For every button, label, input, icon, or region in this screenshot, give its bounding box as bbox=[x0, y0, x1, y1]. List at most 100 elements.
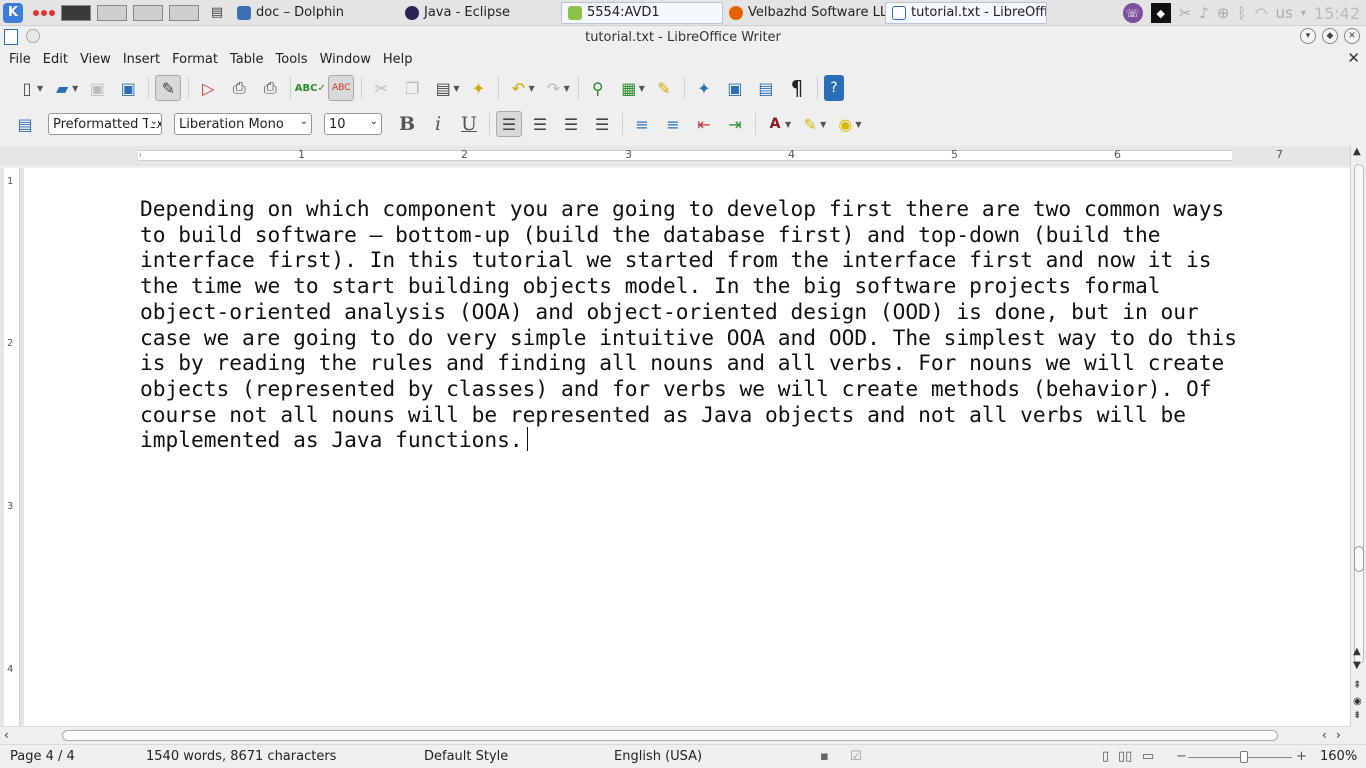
numbering-icon[interactable]: ≡ bbox=[629, 111, 655, 137]
hyperlink-icon[interactable]: ⚲ bbox=[585, 75, 611, 101]
data-sources-icon[interactable]: ▤ bbox=[753, 75, 779, 101]
align-center-icon[interactable]: ☰ bbox=[527, 111, 553, 137]
word-count[interactable]: 1540 words, 8671 characters bbox=[146, 749, 336, 764]
chevron-down-icon[interactable]: ▼ bbox=[785, 120, 791, 129]
vertical-ruler[interactable]: 1 2 3 4 bbox=[4, 168, 20, 726]
scroll-down-icon[interactable]: ▼ bbox=[1353, 660, 1361, 671]
spellcheck-icon[interactable]: ABC✓ bbox=[295, 75, 326, 101]
italic-button[interactable]: i bbox=[425, 111, 451, 137]
chevron-down-icon[interactable]: ▼ bbox=[820, 120, 826, 129]
minimize-button[interactable]: ▾ bbox=[1300, 28, 1316, 44]
chevron-down-icon[interactable]: ▼ bbox=[855, 120, 861, 129]
volume-icon[interactable]: ♪ bbox=[1199, 4, 1209, 22]
chevron-down-icon[interactable]: ▼ bbox=[528, 84, 534, 93]
save-icon[interactable]: ▣ bbox=[84, 75, 110, 101]
previous-page-icon[interactable]: ⇞ bbox=[1353, 680, 1361, 691]
clock[interactable]: 15:42 bbox=[1314, 4, 1360, 23]
navigator-icon[interactable]: ✦ bbox=[691, 75, 717, 101]
show-draw-functions-icon[interactable]: ✎ bbox=[651, 75, 677, 101]
document-modified-icon[interactable]: ☑ bbox=[850, 749, 862, 764]
chevron-down-icon[interactable]: ▼ bbox=[72, 84, 78, 93]
menu-view[interactable]: View bbox=[75, 52, 116, 67]
virtual-desktop-3[interactable] bbox=[133, 4, 163, 21]
autospellcheck-icon[interactable]: ABC bbox=[328, 75, 355, 101]
menu-table[interactable]: Table bbox=[225, 52, 269, 67]
bluetooth-icon[interactable]: ᛒ bbox=[1237, 4, 1246, 22]
align-left-icon[interactable]: ☰ bbox=[496, 111, 522, 137]
help-icon[interactable]: ? bbox=[823, 75, 844, 101]
decrease-indent-icon[interactable]: ⇤ bbox=[691, 111, 717, 137]
pin-icon[interactable] bbox=[26, 29, 40, 43]
page-count[interactable]: Page 4 / 4 bbox=[10, 749, 75, 764]
navigation-icon[interactable]: ◉ bbox=[1353, 696, 1362, 707]
virtual-desktop-1[interactable] bbox=[61, 4, 91, 21]
horizontal-scrollbar[interactable]: ‹ ‹ › bbox=[0, 726, 1350, 744]
menu-format[interactable]: Format bbox=[167, 52, 223, 67]
menu-tools[interactable]: Tools bbox=[271, 52, 313, 67]
scroll-left-icon[interactable]: ‹ bbox=[1322, 728, 1327, 742]
task-dolphin[interactable]: doc – Dolphin bbox=[231, 2, 399, 24]
scroll-track[interactable] bbox=[1354, 164, 1364, 664]
zoom-level[interactable]: 160% bbox=[1320, 749, 1357, 764]
writer-icon[interactable] bbox=[4, 29, 18, 45]
next-page-icon[interactable]: ⇟ bbox=[1353, 710, 1361, 721]
font-size-select[interactable]: 10 ⌄ bbox=[324, 113, 382, 135]
zoom-slider-handle[interactable] bbox=[1240, 751, 1248, 763]
clipboard-icon[interactable]: ▤ bbox=[207, 3, 227, 23]
underline-button[interactable]: U bbox=[456, 111, 482, 137]
bullets-icon[interactable]: ≡ bbox=[660, 111, 686, 137]
maximize-button[interactable]: ◆ bbox=[1322, 28, 1338, 44]
chevron-down-icon[interactable]: ▼ bbox=[453, 84, 459, 93]
indent-marker-icon[interactable] bbox=[140, 153, 141, 157]
scroll-thumb[interactable] bbox=[1354, 546, 1364, 572]
network-icon[interactable]: ⊕ bbox=[1217, 4, 1230, 22]
scroll-up-icon[interactable]: ▲ bbox=[1353, 646, 1361, 657]
page-style[interactable]: Default Style bbox=[424, 749, 508, 764]
horizontal-ruler[interactable]: 1 2 3 4 5 6 7 bbox=[0, 146, 1350, 166]
save-as-icon[interactable]: ▣ bbox=[115, 75, 141, 101]
language[interactable]: English (USA) bbox=[614, 749, 702, 764]
wifi-icon[interactable]: ◠ bbox=[1254, 4, 1267, 22]
document-text[interactable]: Depending on which component you are goi… bbox=[140, 196, 1250, 453]
tray-expand-icon[interactable]: ▾ bbox=[1301, 8, 1306, 19]
task-firefox[interactable]: Velbazhd Software LLC bbox=[723, 2, 885, 24]
bold-button[interactable]: B bbox=[394, 111, 420, 137]
justify-icon[interactable]: ☰ bbox=[589, 111, 615, 137]
menu-help[interactable]: Help bbox=[378, 52, 418, 67]
virtual-desktop-4[interactable] bbox=[169, 4, 199, 21]
menu-insert[interactable]: Insert bbox=[118, 52, 165, 67]
print-preview-icon[interactable]: ⎙ bbox=[257, 75, 283, 101]
viber-icon[interactable]: ☏ bbox=[1122, 3, 1143, 23]
cut-icon[interactable]: ✂ bbox=[368, 75, 394, 101]
paragraph-style-select[interactable]: Preformatted Text ⌄ bbox=[48, 113, 162, 135]
menu-file[interactable]: File bbox=[4, 52, 36, 67]
zoom-in-icon[interactable]: + bbox=[1296, 749, 1307, 764]
scissors-icon[interactable]: ✂ bbox=[1179, 4, 1192, 22]
kde-menu-button[interactable]: K bbox=[3, 2, 23, 23]
activity-dots-icon[interactable] bbox=[33, 9, 55, 16]
increase-indent-icon[interactable]: ⇥ bbox=[722, 111, 748, 137]
chevron-down-icon[interactable]: ▼ bbox=[564, 84, 570, 93]
multi-page-view-icon[interactable]: ▯▯ bbox=[1118, 749, 1132, 764]
styles-formatting-icon[interactable]: ▤ bbox=[12, 111, 38, 137]
copy-icon[interactable]: ❐ bbox=[399, 75, 425, 101]
edit-mode-icon[interactable]: ✎ bbox=[155, 75, 182, 101]
formatting-marks-icon[interactable]: ¶ bbox=[784, 75, 810, 101]
keyboard-layout[interactable]: us bbox=[1276, 4, 1293, 22]
close-document-icon[interactable]: ✕ bbox=[1347, 49, 1360, 67]
virtual-desktop-2[interactable] bbox=[97, 4, 127, 21]
scroll-right-icon[interactable]: › bbox=[1336, 728, 1341, 742]
print-icon[interactable]: ⎙ bbox=[226, 75, 252, 101]
task-avd[interactable]: 5554:AVD1 bbox=[561, 1, 723, 24]
task-writer[interactable]: tutorial.txt - LibreOffic bbox=[885, 1, 1047, 24]
font-name-select[interactable]: Liberation Mono ⌄ bbox=[174, 113, 312, 135]
menu-window[interactable]: Window bbox=[315, 52, 376, 67]
task-eclipse[interactable]: Java - Eclipse bbox=[399, 2, 561, 24]
dropbox-icon[interactable]: ◆ bbox=[1150, 3, 1171, 23]
close-button[interactable]: ✕ bbox=[1344, 28, 1360, 44]
vertical-scrollbar[interactable]: ▲ ▲ ▼ ⇞ ◉ ⇟ bbox=[1350, 146, 1366, 726]
single-page-view-icon[interactable]: ▯ bbox=[1102, 749, 1109, 764]
export-pdf-icon[interactable]: ▷ bbox=[195, 75, 221, 101]
scroll-up-icon[interactable]: ▲ bbox=[1353, 146, 1361, 157]
document-page[interactable]: Depending on which component you are goi… bbox=[24, 168, 1350, 726]
